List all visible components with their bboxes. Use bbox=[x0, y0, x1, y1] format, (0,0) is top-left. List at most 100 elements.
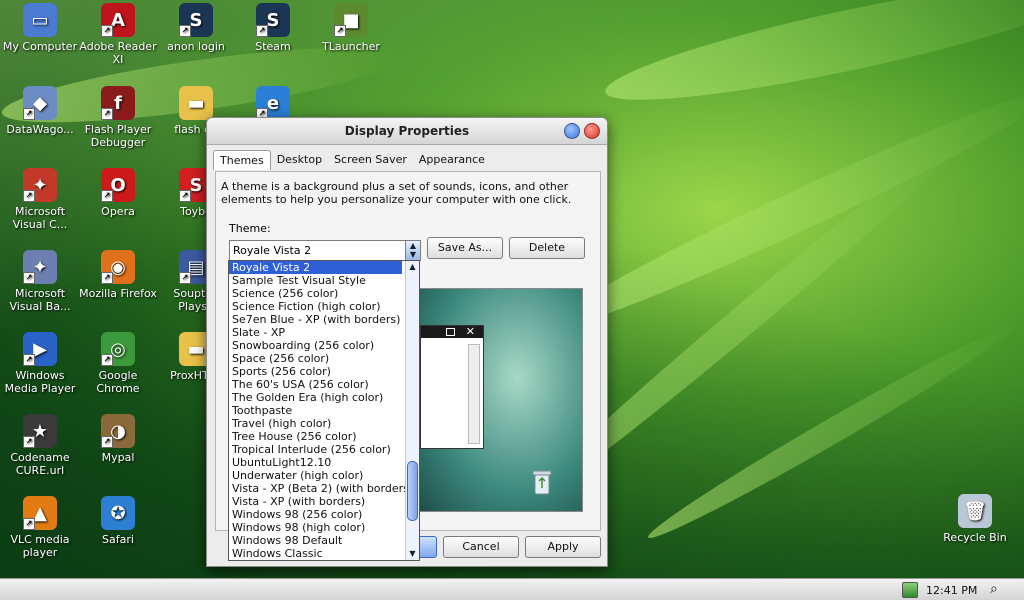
desktop-icon[interactable]: ◉ ↗ Mozilla Firefox bbox=[78, 250, 158, 300]
desktop-icon-label: Safari bbox=[102, 533, 134, 546]
taskbar-clock[interactable]: 12:41 PM bbox=[926, 584, 977, 597]
theme-description: A theme is a background plus a set of so… bbox=[221, 180, 572, 206]
desktop-icon-label: Codename CURE.url bbox=[10, 451, 70, 477]
theme-option[interactable]: Windows Classic bbox=[229, 547, 402, 560]
desktop-icon-label: Mypal bbox=[101, 451, 135, 464]
help-button[interactable] bbox=[564, 123, 580, 139]
desktop-icon[interactable]: S ↗ anon login bbox=[156, 3, 236, 53]
theme-select-value: Royale Vista 2 bbox=[233, 244, 312, 257]
theme-option[interactable]: Sports (256 color) bbox=[229, 365, 402, 378]
desktop-icon[interactable]: ✦ ↗ Microsoft Visual C... bbox=[0, 168, 80, 231]
save-as-button[interactable]: Save As... bbox=[427, 237, 503, 259]
desktop-icon-label: Recycle Bin bbox=[943, 531, 1007, 544]
desktop-icon[interactable]: S ↗ Steam bbox=[233, 3, 313, 53]
window-titlebar[interactable]: Display Properties bbox=[207, 118, 607, 145]
shortcut-arrow-icon: ↗ bbox=[179, 272, 191, 284]
theme-option[interactable]: Royale Vista 2 bbox=[229, 261, 402, 274]
theme-option[interactable]: Sample Test Visual Style bbox=[229, 274, 402, 287]
desktop-icon-label: Microsoft Visual C... bbox=[12, 205, 68, 231]
desktop-icon-label: Mozilla Firefox bbox=[79, 287, 157, 300]
theme-option[interactable]: Slate - XP bbox=[229, 326, 402, 339]
desktop-icon-label: Adobe Reader XI bbox=[79, 40, 157, 66]
flash-icon: f ↗ bbox=[101, 86, 135, 120]
desktop-icon[interactable]: ▭ My Computer bbox=[0, 3, 80, 53]
theme-option[interactable]: Vista - XP (Beta 2) (with borders) bbox=[229, 482, 413, 495]
desktop-icon[interactable]: ★ ↗ Codename CURE.url bbox=[0, 414, 80, 477]
desktop-icon[interactable]: 🗑 Recycle Bin bbox=[935, 494, 1015, 544]
desktop-icon-label: Microsoft Visual Ba... bbox=[9, 287, 71, 313]
wallpaper-grass bbox=[599, 0, 1024, 122]
close-button[interactable] bbox=[584, 123, 600, 139]
dropdown-arrow-icon[interactable]: ▲ ▼ bbox=[405, 241, 420, 260]
preview-window: ✕ bbox=[420, 325, 484, 449]
maximize-icon bbox=[446, 328, 455, 336]
tab-themes[interactable]: Themes bbox=[213, 150, 271, 170]
desktop-icon[interactable]: ▲ ↗ VLC media player bbox=[0, 496, 80, 559]
desktop-icon[interactable]: O ↗ Opera bbox=[78, 168, 158, 218]
desktop-icon-label: VLC media player bbox=[10, 533, 70, 559]
tab-desktop[interactable]: Desktop bbox=[271, 150, 328, 170]
desktop-icon-label: Steam bbox=[255, 40, 291, 53]
preview-window-titlebar: ✕ bbox=[421, 325, 483, 338]
desktop-icon[interactable]: ◆ ↗ DataWago... bbox=[0, 86, 80, 136]
shortcut-arrow-icon: ↗ bbox=[23, 272, 35, 284]
theme-option[interactable]: The Golden Era (high color) bbox=[229, 391, 402, 404]
preview-scrollbar bbox=[468, 344, 480, 444]
adobe-reader-icon: A ↗ bbox=[101, 3, 135, 37]
visual-c-icon: ✦ ↗ bbox=[23, 168, 57, 202]
datawago-icon: ◆ ↗ bbox=[23, 86, 57, 120]
apply-button[interactable]: Apply bbox=[525, 536, 601, 558]
theme-option[interactable]: Vista - XP (with borders) bbox=[229, 495, 402, 508]
theme-option[interactable]: Tree House (256 color) bbox=[229, 430, 402, 443]
shortcut-arrow-icon: ↗ bbox=[179, 190, 191, 202]
theme-option[interactable]: Travel (high color) bbox=[229, 417, 402, 430]
theme-option[interactable]: Windows 98 (256 color) bbox=[229, 508, 402, 521]
theme-option[interactable]: Windows 98 Default bbox=[229, 534, 402, 547]
taskbar: 12:41 PM ⌕ bbox=[0, 578, 1024, 600]
shortcut-arrow-icon: ↗ bbox=[101, 272, 113, 284]
desktop-icon[interactable]: ◑ ↗ Mypal bbox=[78, 414, 158, 464]
search-icon[interactable]: ⌕ bbox=[990, 581, 998, 597]
scroll-up-icon[interactable]: ▲ bbox=[406, 261, 419, 273]
theme-option[interactable]: Space (256 color) bbox=[229, 352, 402, 365]
theme-option[interactable]: Snowboarding (256 color) bbox=[229, 339, 402, 352]
theme-option[interactable]: Windows 98 (high color) bbox=[229, 521, 402, 534]
cancel-button[interactable]: Cancel bbox=[443, 536, 519, 558]
dropdown-scrollbar[interactable]: ▲ ▼ bbox=[405, 261, 419, 560]
desktop-icon[interactable]: ✪ Safari bbox=[78, 496, 158, 546]
theme-option[interactable]: Tropical Interlude (256 color) bbox=[229, 443, 402, 456]
delete-button[interactable]: Delete bbox=[509, 237, 585, 259]
theme-option[interactable]: Science (256 color) bbox=[229, 287, 402, 300]
steam-icon: S ↗ bbox=[179, 3, 213, 37]
theme-option[interactable]: The 60's USA (256 color) bbox=[229, 378, 402, 391]
desktop-icon[interactable]: ✦ ↗ Microsoft Visual Ba... bbox=[0, 250, 80, 313]
shortcut-arrow-icon: ↗ bbox=[23, 190, 35, 202]
desktop-icon[interactable]: ▶ ↗ Windows Media Player bbox=[0, 332, 80, 395]
tab-appearance[interactable]: Appearance bbox=[413, 150, 491, 170]
scroll-down-icon[interactable]: ▼ bbox=[406, 548, 419, 560]
theme-option[interactable]: Science Fiction (high color) bbox=[229, 300, 402, 313]
tab-screen-saver[interactable]: Screen Saver bbox=[328, 150, 413, 170]
shortcut-arrow-icon: ↗ bbox=[23, 108, 35, 120]
desktop-icon[interactable]: A ↗ Adobe Reader XI bbox=[78, 3, 158, 66]
theme-option[interactable]: Underwater (high color) bbox=[229, 469, 402, 482]
theme-option[interactable]: Se7en Blue - XP (with borders) bbox=[229, 313, 402, 326]
theme-option[interactable]: UbuntuLight12.10 bbox=[229, 456, 402, 469]
network-tray-icon[interactable] bbox=[902, 582, 918, 598]
scrollbar-thumb[interactable] bbox=[407, 461, 418, 521]
desktop-icon-label: anon login bbox=[167, 40, 225, 53]
desktop-icon-label: Google Chrome bbox=[96, 369, 140, 395]
desktop-icon[interactable]: ◎ ↗ Google Chrome bbox=[78, 332, 158, 395]
desktop-icon-label: Flash Player Debugger bbox=[84, 123, 152, 149]
folder-icon: ▬ bbox=[179, 86, 213, 120]
theme-select[interactable]: Royale Vista 2 ▲ ▼ bbox=[229, 240, 421, 261]
desktop-icon[interactable]: ■ ↗ TLauncher bbox=[311, 3, 391, 53]
shortcut-arrow-icon: ↗ bbox=[179, 25, 191, 37]
theme-option[interactable]: Toothpaste bbox=[229, 404, 402, 417]
desktop-icon[interactable]: f ↗ Flash Player Debugger bbox=[78, 86, 158, 149]
opera-icon: O ↗ bbox=[101, 168, 135, 202]
desktop-icon-label: My Computer bbox=[2, 40, 78, 53]
tab-bar: Themes Desktop Screen Saver Appearance bbox=[213, 150, 491, 170]
theme-dropdown-list[interactable]: Royale Vista 2 Sample Test Visual Style Sc… bbox=[228, 260, 420, 561]
firefox-icon: ◉ ↗ bbox=[101, 250, 135, 284]
